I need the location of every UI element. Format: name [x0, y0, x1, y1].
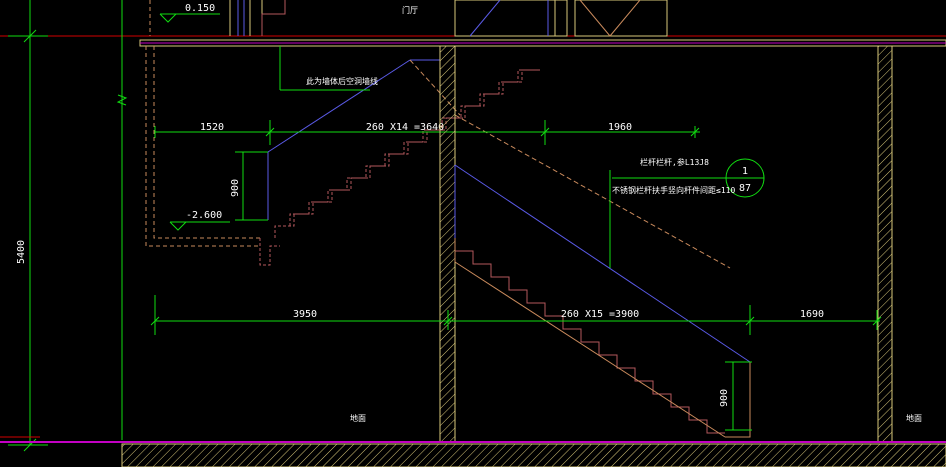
lower-dim-middle: 260 X15 =3900	[561, 309, 639, 320]
railing-spec: 不锈钢栏杆扶手竖向杆件间距≤110	[612, 185, 735, 195]
upper-dim-left: 1520	[200, 122, 224, 133]
detail-number: 1	[742, 166, 748, 177]
top-level-marker	[159, 13, 220, 23]
detail-sheet: 87	[739, 183, 751, 194]
door-hall-label: 门厅	[402, 5, 418, 15]
lower-height-label: 900	[719, 389, 730, 407]
central-wall	[439, 45, 456, 443]
floor-slab	[139, 39, 946, 47]
overall-height-dimension	[8, 0, 128, 452]
lower-stair-flight	[454, 238, 751, 438]
lower-dim-left: 3950	[293, 309, 317, 320]
upper-stair-flight	[259, 69, 541, 266]
upper-dim-middle: 260 X14 =3640	[366, 122, 444, 133]
stair-section-drawing: 5400 0.150 门厅 此为墙体后空洞墙线 1520 260 X14 =36…	[0, 0, 946, 467]
railing-note: 栏杆栏杆,参L13J8	[640, 157, 709, 167]
middle-level-label: -2.600	[186, 210, 222, 221]
lower-dim-right: 1690	[800, 309, 824, 320]
middle-level-marker	[169, 221, 230, 231]
top-level-label: 0.150	[185, 3, 215, 14]
floor-label-left: 地面	[350, 413, 366, 423]
upper-dim-right: 1960	[608, 122, 632, 133]
ground-slab	[0, 436, 946, 467]
floor-label-right: 地面	[906, 413, 922, 423]
right-wall	[877, 45, 893, 443]
upper-note: 此为墙体后空洞墙线	[306, 76, 378, 86]
upper-height-label: 900	[230, 179, 241, 197]
detail-callout	[609, 158, 765, 268]
overall-height-label: 5400	[16, 240, 27, 264]
